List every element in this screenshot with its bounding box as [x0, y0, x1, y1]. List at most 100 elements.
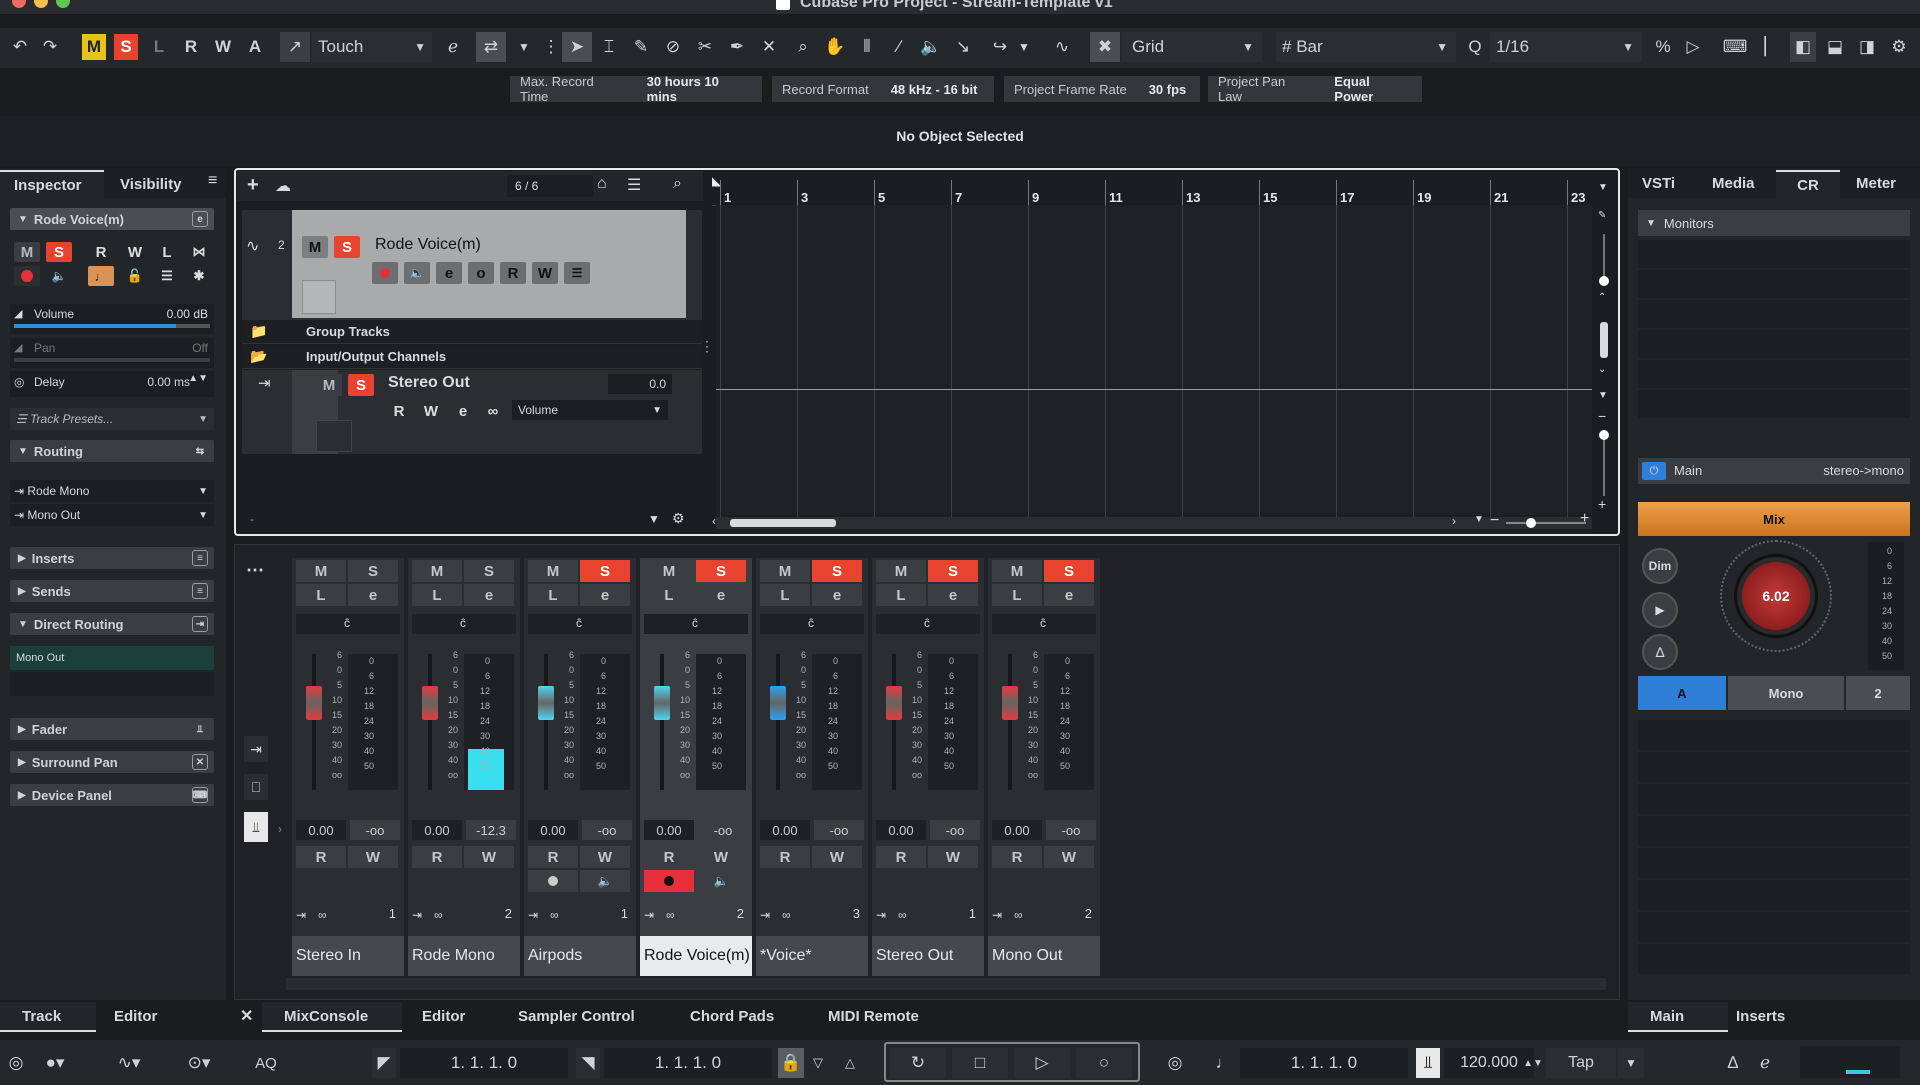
autoscroll-icon[interactable]: ⇄ [476, 32, 506, 62]
strip-peak-value[interactable]: -oo [930, 820, 980, 840]
cr-slot[interactable] [1638, 880, 1910, 910]
routing-output-select[interactable]: ⇥ Mono Out ▼ [10, 504, 214, 526]
monitor-slot[interactable] [1638, 390, 1910, 418]
minimize-window-button[interactable] [34, 0, 48, 8]
strip-pan[interactable]: ĉ [528, 614, 632, 634]
strip-listen-button[interactable]: L [992, 584, 1042, 606]
mute-tool-icon[interactable]: ✕ [756, 32, 782, 62]
strip-volume-value[interactable]: 0.00 [644, 820, 694, 840]
split-tool-icon[interactable]: ✂ [692, 32, 718, 62]
tap-tempo-button[interactable]: Tap [1546, 1048, 1616, 1078]
monitors-header[interactable]: ▼ Monitors [1638, 210, 1910, 236]
monitor-icon[interactable]: 🔈 [46, 266, 72, 286]
glue-tool-icon[interactable]: ✒ [724, 32, 750, 62]
inspector-track-header[interactable]: ▼ Rode Voice(m) e [10, 208, 214, 230]
monitor-slot[interactable] [1638, 240, 1910, 268]
strip-volume-value[interactable]: 0.00 [412, 820, 462, 840]
musical-mode-icon[interactable]: ♩ [1212, 1048, 1236, 1078]
channel-strip[interactable]: M S Le ĉ 6 0 5 10 15 20 30 40 oo 0 6 12 18 24 30 40 50 0.00 -o… [872, 558, 984, 976]
strip-listen-button[interactable]: L [644, 584, 694, 606]
strip-listen-button[interactable]: L [876, 584, 926, 606]
inspector-listen-button[interactable]: L [154, 242, 180, 262]
strip-volume-value[interactable]: 0.00 [296, 820, 346, 840]
scroll-down-icon[interactable]: ⌄ [1598, 364, 1606, 375]
power-icon[interactable]: ⏻ [1642, 462, 1666, 480]
strip-link-icon[interactable]: ∞ [550, 908, 559, 922]
delay-control[interactable]: ◎ Delay 0.00 ms ▲▼ [10, 371, 214, 397]
scroll-thumb[interactable] [730, 519, 836, 527]
zoom-tool-icon[interactable]: ⌕ [790, 32, 816, 62]
fader-handle[interactable] [422, 686, 438, 720]
zoom-minus-icon[interactable]: − [1598, 408, 1606, 424]
fader-handle[interactable] [306, 686, 322, 720]
cr-slot[interactable] [1638, 848, 1910, 878]
strip-listen-button[interactable]: L [528, 584, 578, 606]
strip-name[interactable]: Stereo Out [872, 936, 984, 976]
fader-icon[interactable]: ⫫ [192, 721, 208, 737]
monitor-slot[interactable] [1638, 300, 1910, 328]
stereo-link-icon[interactable]: ∞ [480, 400, 506, 422]
strip-solo-button[interactable]: S [812, 560, 862, 582]
strip-link-icon[interactable]: ∞ [434, 908, 443, 922]
stereo-out-read-button[interactable]: R [386, 400, 412, 422]
track-list-icon[interactable]: ☰ [564, 262, 590, 284]
strip-volume-value[interactable]: 0.00 [760, 820, 810, 840]
main-monitor-row[interactable]: ⏻ Main stereo->mono [1638, 458, 1910, 484]
record-enable-icon[interactable] [14, 266, 40, 286]
scroll-right-icon[interactable]: › [1452, 514, 1456, 528]
height-thumb[interactable] [1599, 430, 1609, 440]
track-solo-button[interactable]: S [334, 236, 360, 258]
stereo-out-solo-button[interactable]: S [348, 374, 374, 396]
range-selection-tool-icon[interactable]: ⌶ [596, 32, 622, 62]
vzoom-thumb[interactable] [1599, 276, 1609, 286]
folder-group-tracks[interactable]: 📁 Group Tracks [242, 320, 702, 344]
global-write-button[interactable]: W [212, 32, 234, 62]
snap-toggle-icon[interactable]: ✖ [1090, 32, 1120, 62]
left-locator-icon[interactable]: ◤ [372, 1048, 396, 1078]
lower-zone-toggle-icon[interactable]: ⬓ [1822, 32, 1848, 62]
autoscroll-menu-icon[interactable]: ▼ [514, 32, 534, 62]
strip-mute-button[interactable]: M [992, 560, 1042, 582]
tab-sampler-control[interactable]: Sampler Control [518, 1008, 635, 1025]
sends-icon[interactable]: ≡ [192, 583, 208, 599]
strip-solo-button[interactable]: S [464, 560, 514, 582]
section-sends[interactable]: ▶ Sends ≡ [10, 580, 214, 602]
fader-track[interactable] [660, 654, 664, 790]
strip-edit-icon[interactable]: e [348, 584, 398, 606]
audio-waveform-icon[interactable]: ∿▾ [108, 1048, 150, 1078]
inspector-write-button[interactable]: W [122, 242, 148, 262]
edit-channel-icon[interactable]: e [192, 211, 208, 227]
control-room-volume-knob[interactable]: 6.02 [1742, 562, 1810, 630]
fader-track[interactable] [892, 654, 896, 790]
strip-read-button[interactable]: R [760, 846, 810, 868]
strip-read-button[interactable]: R [412, 846, 462, 868]
strip-monitor-icon[interactable]: 🔈 [580, 870, 630, 892]
left-locator-display[interactable]: 1. 1. 1. 0 [400, 1048, 568, 1078]
strip-volume-value[interactable]: 0.00 [876, 820, 926, 840]
timebase-icon[interactable]: ♩ [88, 266, 114, 286]
constrain-delay-icon[interactable]: ℯ [440, 32, 466, 62]
global-read-button[interactable]: R [180, 32, 202, 62]
stereo-out-value[interactable]: 0.0 [608, 374, 672, 394]
strip-pan[interactable]: ĉ [296, 614, 400, 634]
stepper-icon[interactable]: ▲▼ [1523, 1048, 1543, 1078]
object-selection-tool-icon[interactable]: ➤ [562, 32, 592, 62]
strip-mute-button[interactable]: M [876, 560, 926, 582]
pencil-icon[interactable]: ✎ [1598, 210, 1606, 221]
strip-pan[interactable]: ĉ [876, 614, 980, 634]
right-locator-icon[interactable]: ◥ [576, 1048, 600, 1078]
click-icon[interactable]: ∆ [1720, 1048, 1746, 1078]
monitor-slot[interactable] [1638, 360, 1910, 388]
direct-routing-icon[interactable]: ⇥ [192, 616, 208, 632]
undo-icon[interactable]: ↶ [8, 32, 32, 62]
zoom-window-button[interactable] [56, 0, 70, 8]
info-pan-law[interactable]: Project Pan Law Equal Power [1208, 74, 1422, 104]
line-tool-icon[interactable]: ∕ [886, 32, 912, 62]
stereo-out-color-swatch[interactable] [316, 420, 352, 452]
automation-panel-button[interactable]: A [244, 32, 266, 62]
lock-icon[interactable]: 🔓 [122, 266, 148, 286]
vscroll-thumb[interactable] [1600, 322, 1608, 358]
tab-chord-pads[interactable]: Chord Pads [690, 1008, 774, 1025]
strip-solo-button[interactable]: S [1044, 560, 1094, 582]
strip-mute-button[interactable]: M [644, 560, 694, 582]
